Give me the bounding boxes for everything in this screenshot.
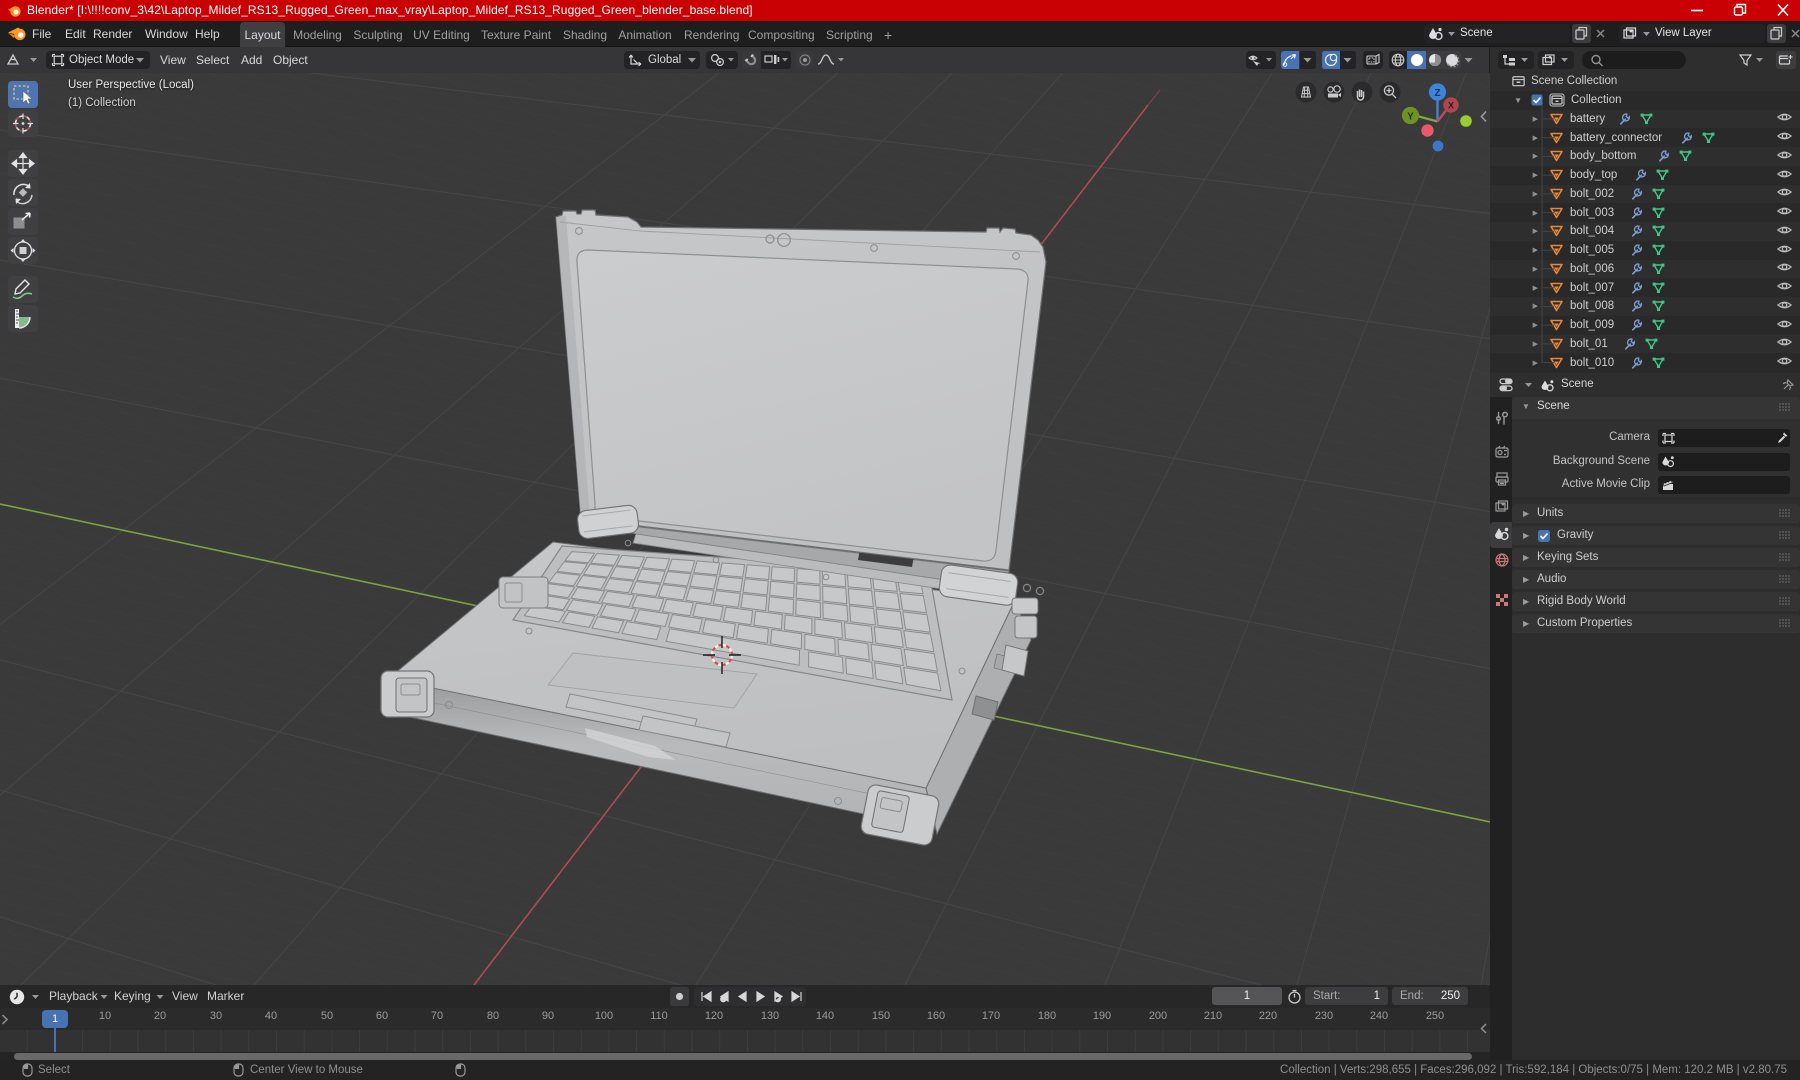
svg-text:X: X: [1448, 101, 1454, 111]
svg-text:Z: Z: [1434, 88, 1440, 99]
svg-text:Y: Y: [1407, 112, 1414, 123]
